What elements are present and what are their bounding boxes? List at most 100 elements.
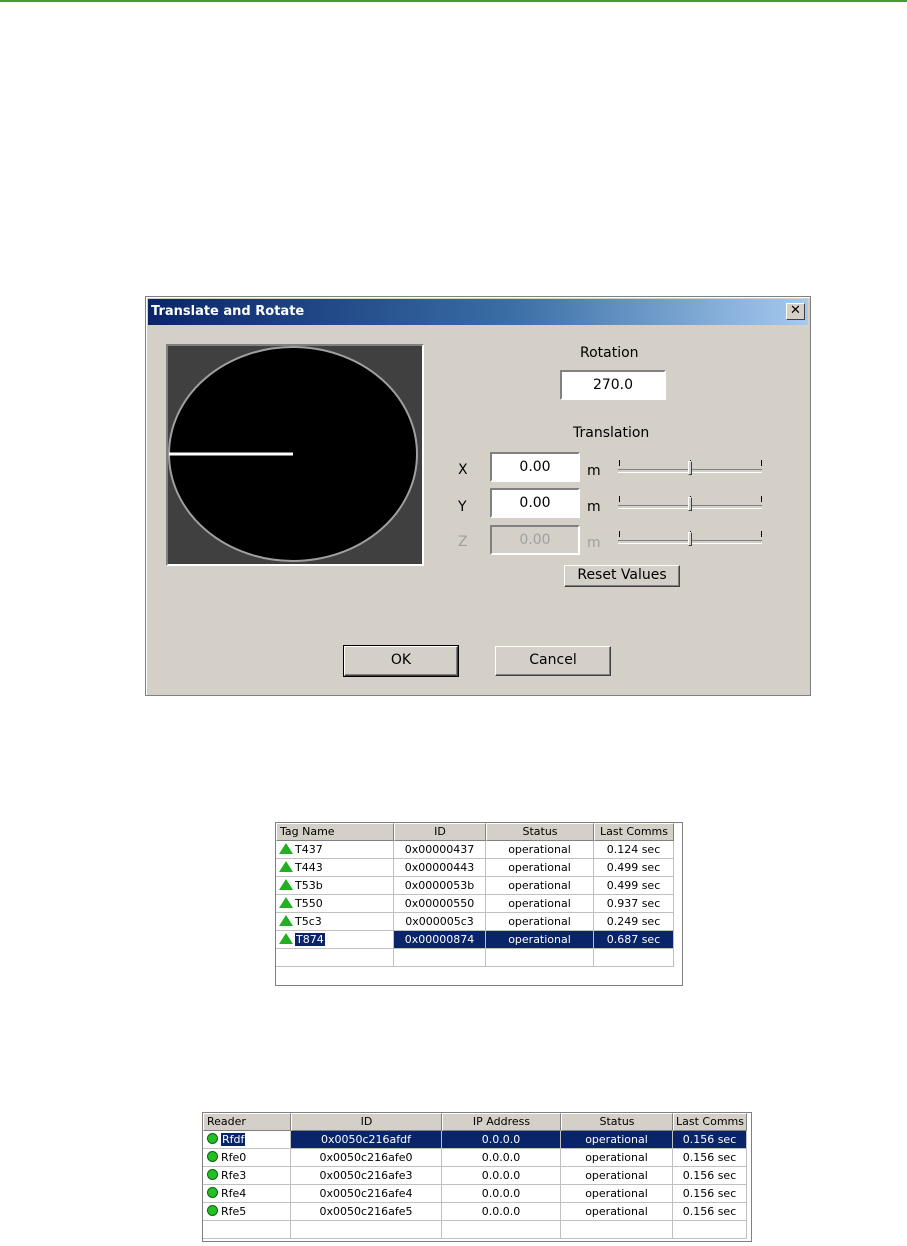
id-cell: 0x00000443 xyxy=(394,859,486,877)
dialog-title: Translate and Rotate xyxy=(151,304,305,319)
row-name-label: T443 xyxy=(295,861,323,874)
row-name-label: Rfe3 xyxy=(221,1169,247,1182)
tags-list-header: Tag Name ID Status Last Comms xyxy=(276,823,674,841)
ip-cell: 0.0.0.0 xyxy=(442,1149,561,1167)
reader-status-dot-icon xyxy=(207,1169,218,1180)
column-header-tag-name[interactable]: Tag Name xyxy=(276,823,394,841)
y-translation-slider[interactable] xyxy=(618,493,764,515)
tag-row[interactable]: T5c3 0x000005c3 operational 0.249 sec xyxy=(276,913,674,931)
id-cell: 0x0050c216afdf xyxy=(291,1131,442,1149)
reader-row[interactable]: Rfdf 0x0050c216afdf 0.0.0.0 operational 0.15… xyxy=(203,1131,747,1149)
column-header-id[interactable]: ID xyxy=(394,823,486,841)
row-name-label: Rfe4 xyxy=(221,1187,247,1200)
empty-row xyxy=(203,1221,747,1239)
close-icon: ✕ xyxy=(790,303,801,318)
tag-status-triangle-icon xyxy=(279,915,293,926)
status-cell: operational xyxy=(486,841,594,859)
status-cell: operational xyxy=(486,931,594,949)
tag-row[interactable]: T443 0x00000443 operational 0.499 sec xyxy=(276,859,674,877)
column-header-reader[interactable]: Reader xyxy=(203,1113,291,1131)
row-name-label: T437 xyxy=(295,843,323,856)
status-cell: operational xyxy=(486,859,594,877)
slider-thumb[interactable] xyxy=(688,497,692,511)
status-cell: operational xyxy=(561,1185,673,1203)
empty-cell xyxy=(276,949,394,967)
ok-button[interactable]: OK xyxy=(343,645,459,677)
last-cell: 0.687 sec xyxy=(594,931,674,949)
id-cell: 0x0050c216afe4 xyxy=(291,1185,442,1203)
z-unit-label: m xyxy=(587,535,601,551)
last-cell: 0.249 sec xyxy=(594,913,674,931)
row-name-label: T874 xyxy=(294,932,326,947)
reader-row[interactable]: Rfe3 0x0050c216afe3 0.0.0.0 operational 0.15… xyxy=(203,1167,747,1185)
reader-row[interactable]: Rfe4 0x0050c216afe4 0.0.0.0 operational 0.15… xyxy=(203,1185,747,1203)
column-header-last-comms[interactable]: Last Comms xyxy=(594,823,674,841)
tag-status-triangle-icon xyxy=(279,897,293,908)
id-cell: 0x0050c216afe0 xyxy=(291,1149,442,1167)
y-unit-label: m xyxy=(587,499,601,515)
reader-row[interactable]: Rfe5 0x0050c216afe5 0.0.0.0 operational 0.15… xyxy=(203,1203,747,1221)
column-header-id[interactable]: ID xyxy=(291,1113,442,1131)
ip-cell: 0.0.0.0 xyxy=(442,1203,561,1221)
slider-thumb xyxy=(688,532,692,546)
column-header-last-comms[interactable]: Last Comms xyxy=(673,1113,747,1131)
slider-thumb[interactable] xyxy=(688,461,692,475)
reader-row[interactable]: Rfe0 0x0050c216afe0 0.0.0.0 operational 0.15… xyxy=(203,1149,747,1167)
column-header-ip-address[interactable]: IP Address xyxy=(442,1113,561,1131)
name-cell: Rfe0 xyxy=(203,1149,291,1167)
x-translation-slider[interactable] xyxy=(618,457,764,479)
empty-cell xyxy=(203,1221,291,1239)
last-cell: 0.156 sec xyxy=(673,1167,747,1185)
status-cell: operational xyxy=(561,1131,673,1149)
tag-row[interactable]: T550 0x00000550 operational 0.937 sec xyxy=(276,895,674,913)
status-cell: operational xyxy=(561,1149,673,1167)
status-cell: operational xyxy=(486,895,594,913)
reader-status-dot-icon xyxy=(207,1187,218,1198)
translate-rotate-dialog: Translate and Rotate ✕ Rotation 270.0 Tr… xyxy=(145,296,811,696)
row-name-label: Rfe5 xyxy=(221,1205,247,1218)
tag-row[interactable]: T437 0x00000437 operational 0.124 sec xyxy=(276,841,674,859)
rotation-field[interactable]: 270.0 xyxy=(560,370,666,400)
id-cell: 0x00000437 xyxy=(394,841,486,859)
status-cell: operational xyxy=(561,1203,673,1221)
readers-list-view[interactable]: Reader ID IP Address Status Last Comms Rfdf 0… xyxy=(202,1112,752,1242)
reset-values-button[interactable]: Reset Values xyxy=(564,565,680,587)
empty-cell xyxy=(561,1221,673,1239)
empty-cell xyxy=(594,949,674,967)
name-cell: T443 xyxy=(276,859,394,877)
row-name-label: Rfe0 xyxy=(221,1151,247,1164)
x-translation-field[interactable]: 0.00 xyxy=(490,452,580,482)
status-cell: operational xyxy=(561,1167,673,1185)
reader-status-dot-icon xyxy=(207,1133,218,1144)
column-header-status[interactable]: Status xyxy=(486,823,594,841)
name-cell: T874 xyxy=(276,931,394,949)
last-cell: 0.156 sec xyxy=(673,1185,747,1203)
name-cell: T437 xyxy=(276,841,394,859)
tag-status-triangle-icon xyxy=(279,879,293,890)
dialog-titlebar[interactable]: Translate and Rotate ✕ xyxy=(148,299,808,325)
last-cell: 0.156 sec xyxy=(673,1203,747,1221)
tag-row[interactable]: T874 0x00000874 operational 0.687 sec xyxy=(276,931,674,949)
y-translation-field[interactable]: 0.00 xyxy=(490,488,580,518)
column-header-status[interactable]: Status xyxy=(561,1113,673,1131)
slider-tick xyxy=(619,460,620,466)
last-cell: 0.156 sec xyxy=(673,1131,747,1149)
last-cell: 0.124 sec xyxy=(594,841,674,859)
close-button[interactable]: ✕ xyxy=(786,303,805,320)
x-unit-label: m xyxy=(587,463,601,479)
tags-list-view[interactable]: Tag Name ID Status Last Comms T437 0x0000043… xyxy=(275,822,683,986)
ip-cell: 0.0.0.0 xyxy=(442,1167,561,1185)
id-cell: 0x000005c3 xyxy=(394,913,486,931)
readers-list-header: Reader ID IP Address Status Last Comms xyxy=(203,1113,747,1131)
empty-cell xyxy=(291,1221,442,1239)
id-cell: 0x00000550 xyxy=(394,895,486,913)
ip-cell: 0.0.0.0 xyxy=(442,1185,561,1203)
name-cell: Rfe5 xyxy=(203,1203,291,1221)
tag-status-triangle-icon xyxy=(279,861,293,872)
empty-cell xyxy=(442,1221,561,1239)
tag-row[interactable]: T53b 0x0000053b operational 0.499 sec xyxy=(276,877,674,895)
orientation-preview-graphic xyxy=(168,346,418,562)
cancel-button[interactable]: Cancel xyxy=(495,646,611,676)
slider-tick xyxy=(761,460,762,466)
ip-cell: 0.0.0.0 xyxy=(442,1131,561,1149)
